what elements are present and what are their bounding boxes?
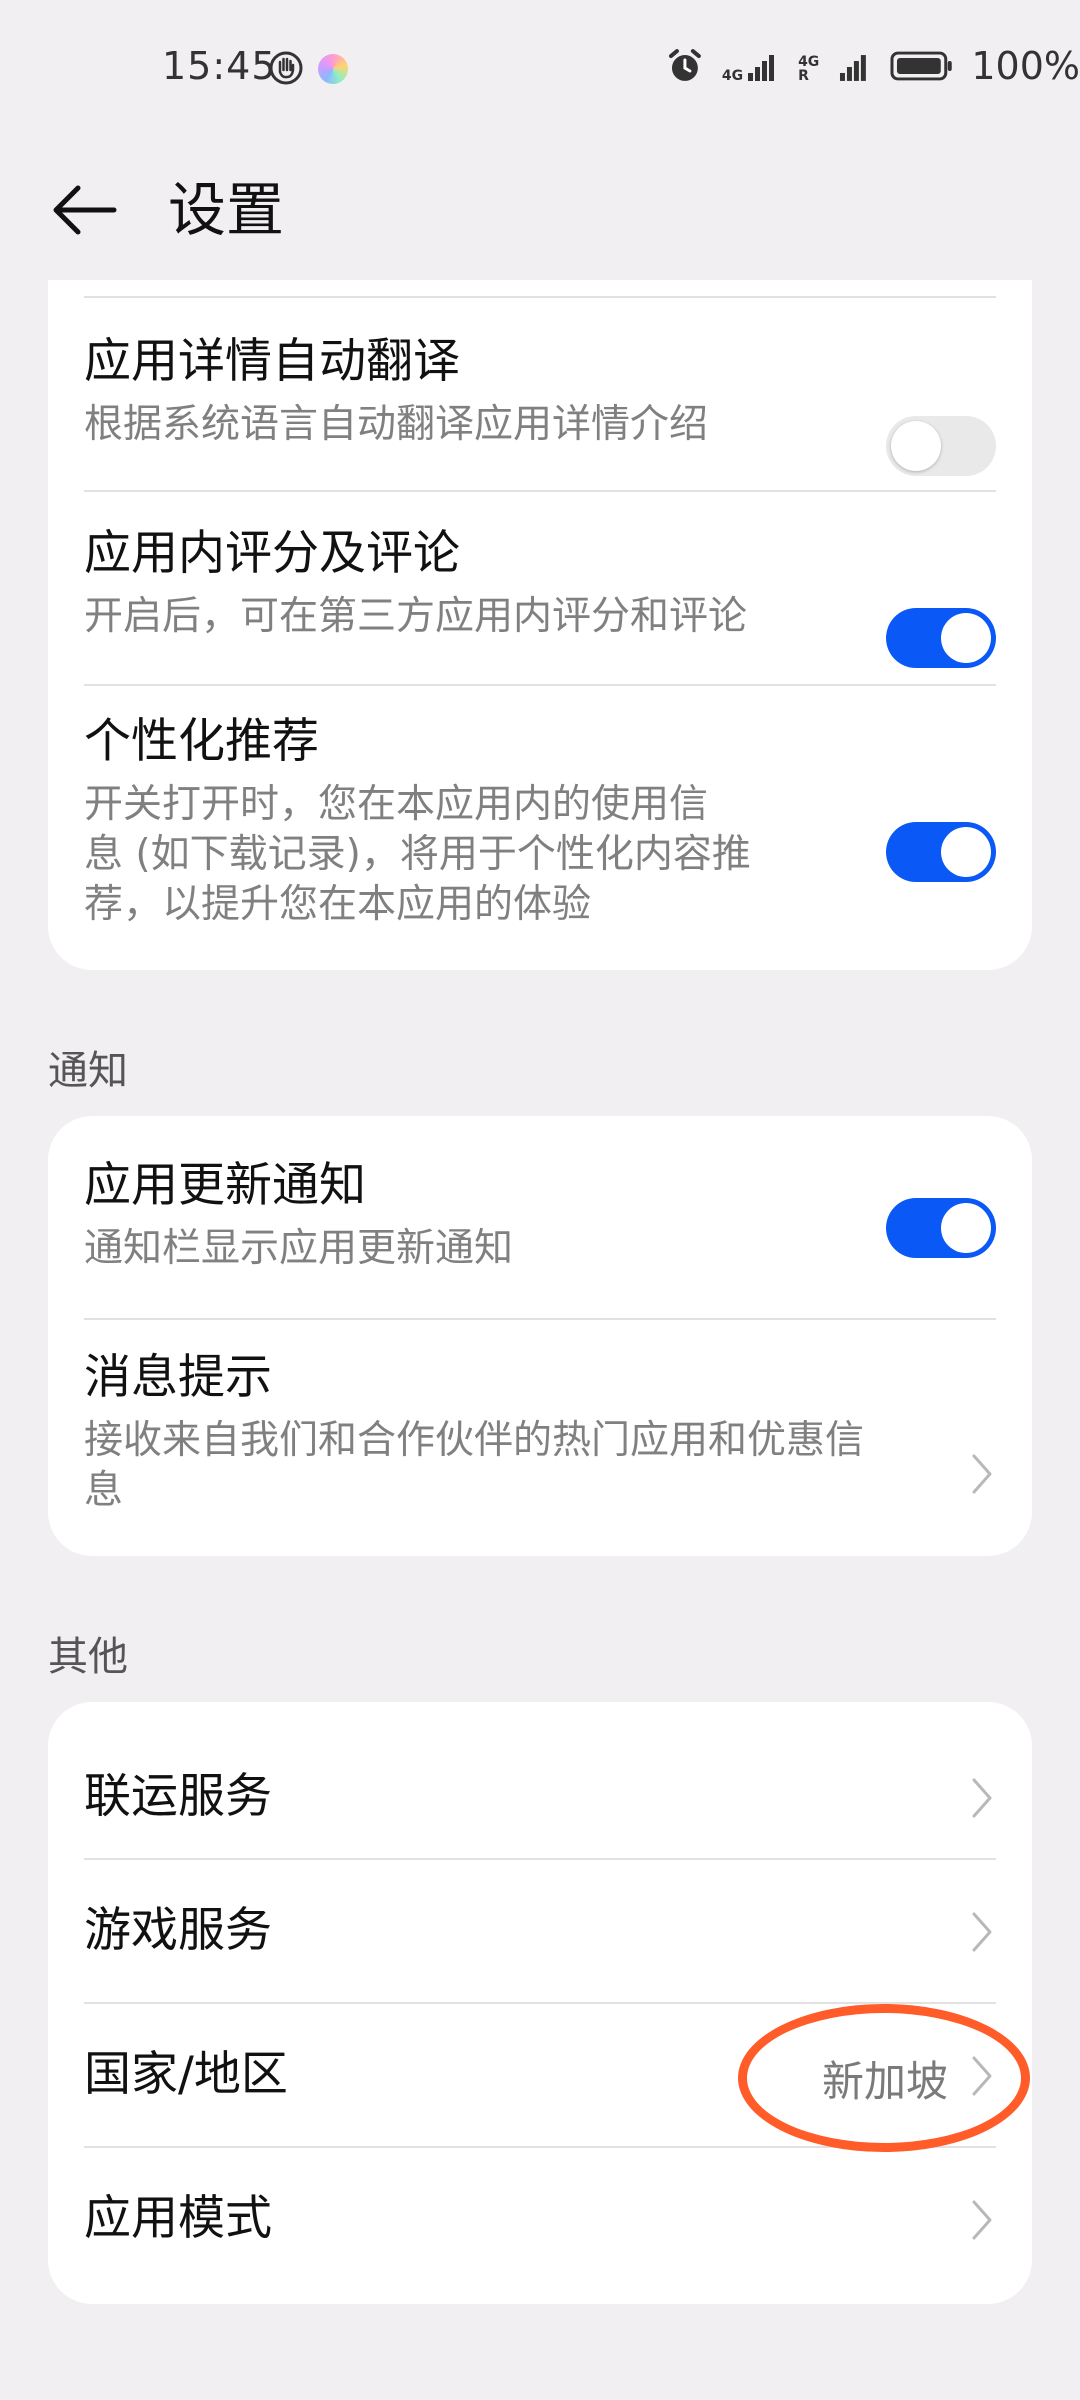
chevron-right-icon — [972, 1912, 992, 1952]
network-label-1: 4G — [721, 68, 744, 84]
battery-icon — [890, 51, 952, 81]
annotation-circle — [738, 2004, 1030, 2152]
setting-title: 游戏服务 — [84, 1903, 272, 1958]
app-header: 设置 — [0, 140, 1080, 280]
divider — [84, 2002, 996, 2004]
setting-subtitle: 开启后，可在第三方应用内评分和评论 — [84, 594, 748, 639]
chevron-right-icon — [972, 1454, 992, 1494]
setting-joint-operation-service[interactable]: 联运服务 — [84, 1742, 996, 1852]
chevron-right-icon — [972, 1778, 992, 1818]
setting-subtitle: 通知栏显示应用更新通知 — [84, 1226, 514, 1271]
subtitle-line: 息 (如下载记录)，将用于个性化内容推 — [84, 832, 751, 877]
settings-card-notifications: 应用更新通知 通知栏显示应用更新通知 消息提示 接收来自我们和合作伙伴的热门应用… — [48, 1116, 1032, 1556]
subtitle-line: 开关打开时，您在本应用内的使用信 — [84, 782, 709, 827]
color-dot-icon — [318, 54, 348, 84]
subtitle-line: 息 — [84, 1468, 124, 1513]
personalized-recommendation-toggle[interactable] — [886, 822, 996, 882]
section-label-other: 其他 — [48, 1634, 128, 1680]
settings-card-general: 应用详情自动翻译 根据系统语言自动翻译应用详情介绍 应用内评分及评论 开启后，可… — [48, 280, 1032, 970]
setting-title: 应用更新通知 — [84, 1158, 366, 1213]
setting-title: 应用内评分及评论 — [84, 526, 460, 581]
divider — [84, 684, 996, 686]
status-time: 15:45 — [162, 44, 277, 88]
setting-title: 应用模式 — [84, 2191, 272, 2246]
subtitle-line: 接收来自我们和合作伙伴的热门应用和优惠信 — [84, 1418, 865, 1463]
signal-icon: 4G — [722, 49, 780, 83]
divider — [84, 296, 996, 298]
alarm-icon — [668, 49, 701, 81]
status-right: 4G 4G R 100% — [666, 44, 1080, 88]
battery-percent: 100% — [971, 44, 1080, 88]
setting-title: 消息提示 — [84, 1350, 272, 1405]
setting-title: 个性化推荐 — [84, 714, 319, 769]
setting-title: 联运服务 — [84, 1769, 272, 1824]
in-app-rating-toggle[interactable] — [886, 608, 996, 668]
signal-icon: 4G R — [798, 49, 872, 83]
divider — [84, 1318, 996, 1320]
auto-translate-toggle[interactable] — [886, 416, 996, 476]
hand-icon — [269, 51, 303, 85]
setting-message-prompt[interactable]: 消息提示 接收来自我们和合作伙伴的热门应用和优惠信 息 — [84, 1348, 996, 1528]
setting-subtitle: 根据系统语言自动翻译应用详情介绍 — [84, 402, 709, 447]
setting-personalized-recommendation[interactable]: 个性化推荐 开关打开时，您在本应用内的使用信 息 (如下载记录)，将用于个性化内… — [84, 712, 996, 952]
status-bar: 15:45 4G 4G R 100% — [0, 0, 1080, 140]
divider — [84, 490, 996, 492]
setting-title: 应用详情自动翻译 — [84, 334, 460, 389]
setting-app-mode[interactable]: 应用模式 — [84, 2164, 996, 2274]
setting-game-service[interactable]: 游戏服务 — [84, 1876, 996, 1986]
divider — [84, 1858, 996, 1860]
setting-in-app-rating[interactable]: 应用内评分及评论 开启后，可在第三方应用内评分和评论 — [84, 524, 996, 668]
setting-subtitle: 开关打开时，您在本应用内的使用信 息 (如下载记录)，将用于个性化内容推 荐，以… — [84, 780, 996, 930]
setting-auto-translate[interactable]: 应用详情自动翻译 根据系统语言自动翻译应用详情介绍 — [84, 332, 996, 476]
section-label-notifications: 通知 — [48, 1048, 128, 1094]
network-label-2: 4G R — [798, 54, 820, 84]
setting-update-notification[interactable]: 应用更新通知 通知栏显示应用更新通知 — [84, 1156, 996, 1296]
settings-card-other: 联运服务 游戏服务 国家/地区 新加坡 应用模式 — [48, 1702, 1032, 2304]
page-title: 设置 — [168, 176, 285, 244]
back-arrow-icon[interactable] — [48, 170, 128, 250]
subtitle-line: 荐，以提升您在本应用的体验 — [84, 882, 592, 927]
chevron-right-icon — [972, 2200, 992, 2240]
setting-subtitle: 接收来自我们和合作伙伴的热门应用和优惠信 息 — [84, 1416, 996, 1516]
update-notification-toggle[interactable] — [886, 1198, 996, 1258]
